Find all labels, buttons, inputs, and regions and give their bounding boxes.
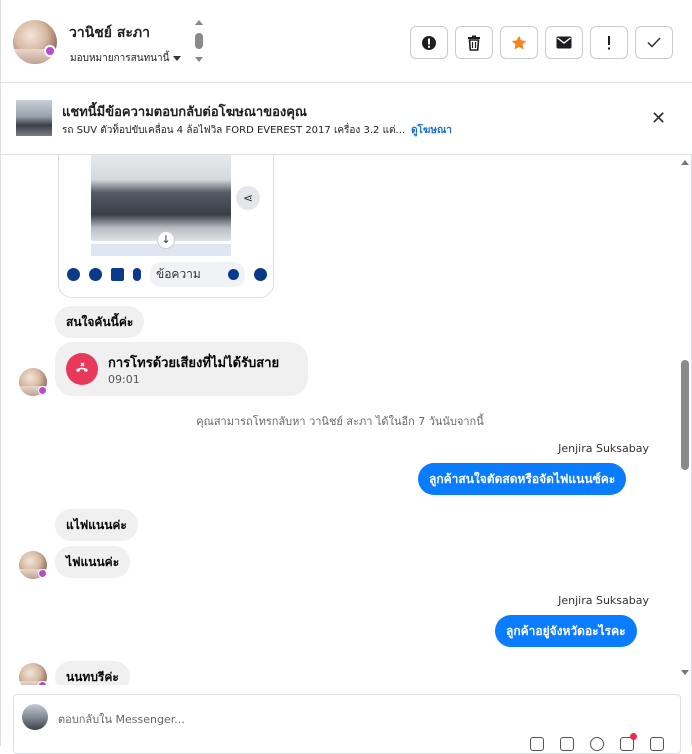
caret-down-icon (173, 56, 182, 61)
mark-unread-button[interactable] (545, 26, 583, 59)
card-input-placeholder: ข้อความ (156, 266, 201, 281)
like-icon[interactable] (650, 737, 664, 751)
contact-avatar[interactable] (13, 20, 57, 64)
scroll-thumb[interactable] (681, 360, 689, 470)
star-icon (511, 35, 527, 49)
scroll-thumb[interactable] (195, 33, 203, 49)
missed-call-icon (66, 353, 98, 385)
emoji-icon[interactable] (590, 737, 604, 751)
missed-call-bubble[interactable]: การโทรด้วยเสียงที่ไม่ได้รับสาย 09:01 (55, 342, 308, 396)
ad-preview-card[interactable]: ↓ ⋖ ข้อความ (58, 155, 274, 298)
delete-button[interactable] (455, 26, 493, 59)
message-bubble-incoming[interactable]: ไฟแนนค่ะ (55, 546, 131, 578)
mark-done-button[interactable] (635, 26, 673, 59)
menu-icon (254, 267, 267, 281)
card-message-field: ข้อความ (150, 261, 245, 287)
emoji-icon (228, 268, 239, 280)
sender-name: Jenjira Suksabay (558, 442, 649, 455)
share-icon[interactable]: ⋖ (236, 186, 260, 210)
star-button[interactable] (500, 26, 538, 59)
missed-call-title: การโทรด้วยเสียงที่ไม่ได้รับสาย (108, 356, 280, 371)
scroll-up-icon[interactable] (195, 20, 203, 25)
assign-label: มอบหมายการสนทนานี้ (70, 53, 170, 64)
message-bubble-outgoing[interactable]: ลูกค้าอยู่จังหวัดอะไรคะ (495, 615, 637, 647)
thread-scrollbar[interactable] (679, 155, 691, 685)
scroll-down-icon[interactable] (681, 670, 689, 675)
ad-banner-subtitle: รถ SUV ตัวท็อปขับเคลื่อน 4 ล้อไฟวิล FORD… (62, 123, 452, 138)
attachment-icon[interactable] (530, 737, 544, 751)
contact-name[interactable]: วานิชย์ สะภา (69, 22, 150, 44)
messenger-badge-icon (44, 45, 56, 57)
page-avatar (22, 704, 48, 730)
contact-avatar-small[interactable] (19, 663, 47, 685)
camera-icon (89, 267, 102, 281)
check-icon (647, 37, 661, 48)
header-actions (410, 26, 673, 59)
view-ad-link[interactable]: ดูโฆษณา (411, 125, 452, 136)
message-bubble-incoming[interactable]: สนใจคันนี้ค่ะ (55, 306, 145, 338)
close-icon[interactable]: ✕ (651, 110, 666, 128)
follow-up-button[interactable] (590, 26, 628, 59)
missed-call-time: 09:01 (108, 373, 140, 386)
assign-conversation-dropdown[interactable]: มอบหมายการสนทนานี้ (70, 51, 182, 66)
header-scroll-control[interactable] (194, 20, 204, 64)
gif-icon[interactable] (560, 737, 574, 751)
scroll-up-icon[interactable] (681, 160, 689, 165)
alert-circle-icon (422, 35, 436, 50)
callback-notice: คุณสามารถโทรกลับหา วานิชย์ สะภา ได้ในอีก… (196, 415, 484, 428)
ad-description: รถ SUV ตัวท็อปขับเคลื่อน 4 ล้อไฟวิล FORD… (62, 125, 406, 136)
message-bubble-outgoing[interactable]: ลูกค้าสนใจตัดสดหรือจัดไฟแนนซ์คะ (418, 463, 627, 495)
message-bubble-incoming[interactable]: แไฟแนนค่ะ (55, 509, 138, 541)
ad-thumbnail[interactable] (16, 100, 52, 136)
contact-avatar-small[interactable] (19, 368, 47, 396)
message-bubble-incoming[interactable]: นนทบรีค่ะ (55, 661, 130, 685)
contact-avatar-small[interactable] (19, 551, 47, 579)
microphone-icon (133, 267, 141, 281)
saved-replies-icon[interactable] (620, 733, 637, 751)
exclamation-icon (608, 35, 610, 49)
sender-name: Jenjira Suksabay (558, 594, 649, 607)
plus-icon (67, 267, 80, 281)
arrow-down-icon[interactable]: ↓ (157, 231, 175, 249)
ad-reply-banner: แชทนี้มีข้อความตอบกลับต่อโฆษณาของคุณ รถ … (1, 83, 692, 155)
car-image[interactable] (91, 155, 231, 241)
mail-icon (556, 36, 572, 49)
scroll-down-icon[interactable] (195, 57, 203, 62)
conversation-header: วานิชย์ สะภา มอบหมายการสนทนานี้ (1, 0, 692, 83)
message-thread[interactable]: ↓ ⋖ ข้อความ สนใจคันนี้ค่ะ การโทรด้วยเสีย… (1, 155, 692, 685)
reply-input[interactable]: ตอบกลับใน Messenger... (58, 710, 185, 728)
reply-box[interactable]: ตอบกลับใน Messenger... (13, 694, 681, 754)
reply-toolbar (530, 733, 664, 751)
card-composer: ข้อความ (67, 261, 267, 287)
conversation-panel: วานิชย์ สะภา มอบหมายการสนทนานี้ แชทนี้มี… (0, 0, 692, 754)
trash-icon (468, 35, 480, 51)
ad-banner-title: แชทนี้มีข้อความตอบกลับต่อโฆษณาของคุณ (62, 105, 307, 120)
image-icon (111, 267, 124, 281)
report-spam-button[interactable] (410, 26, 448, 59)
